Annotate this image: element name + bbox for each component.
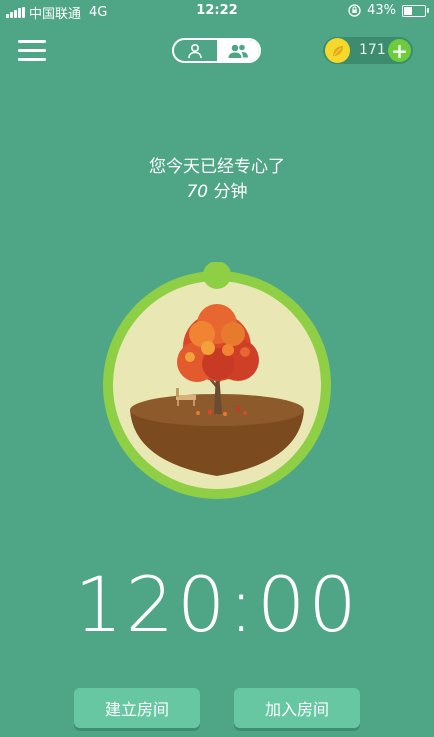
battery-fill <box>404 6 412 15</box>
tree-planting-area[interactable] <box>100 261 334 502</box>
focus-today-label: 您今天已经专心了 <box>149 157 285 177</box>
coin-leaf-icon <box>325 38 350 63</box>
join-room-button[interactable]: 加入房间 <box>234 688 360 728</box>
status-right: 43% <box>348 3 429 18</box>
battery-percent: 43% <box>367 3 396 18</box>
menu-button[interactable] <box>18 40 46 62</box>
coin-balance[interactable]: 171 + <box>323 37 413 64</box>
group-mode-option[interactable] <box>216 40 259 61</box>
coin-count: 171 <box>359 42 386 58</box>
battery-icon <box>402 4 429 17</box>
single-mode-option[interactable] <box>174 40 217 61</box>
create-room-button[interactable]: 建立房间 <box>74 688 200 728</box>
group-icon <box>228 44 248 58</box>
timer-display[interactable]: 120:00 <box>0 560 434 649</box>
add-coins-button[interactable]: + <box>388 39 411 62</box>
single-person-icon <box>188 43 203 58</box>
focus-minutes-unit: 分钟 <box>213 182 248 202</box>
plus-icon: + <box>391 38 408 63</box>
status-bar: 中国联通 4G 12:22 43% <box>0 0 434 22</box>
timer-slider-handle[interactable] <box>203 261 231 289</box>
tree-illustration <box>103 261 331 499</box>
focus-minutes-line: 70 分钟 <box>0 177 434 202</box>
mode-toggle[interactable] <box>172 38 261 63</box>
focus-minutes-value: 70 <box>186 182 209 202</box>
orientation-lock-icon <box>348 4 361 17</box>
